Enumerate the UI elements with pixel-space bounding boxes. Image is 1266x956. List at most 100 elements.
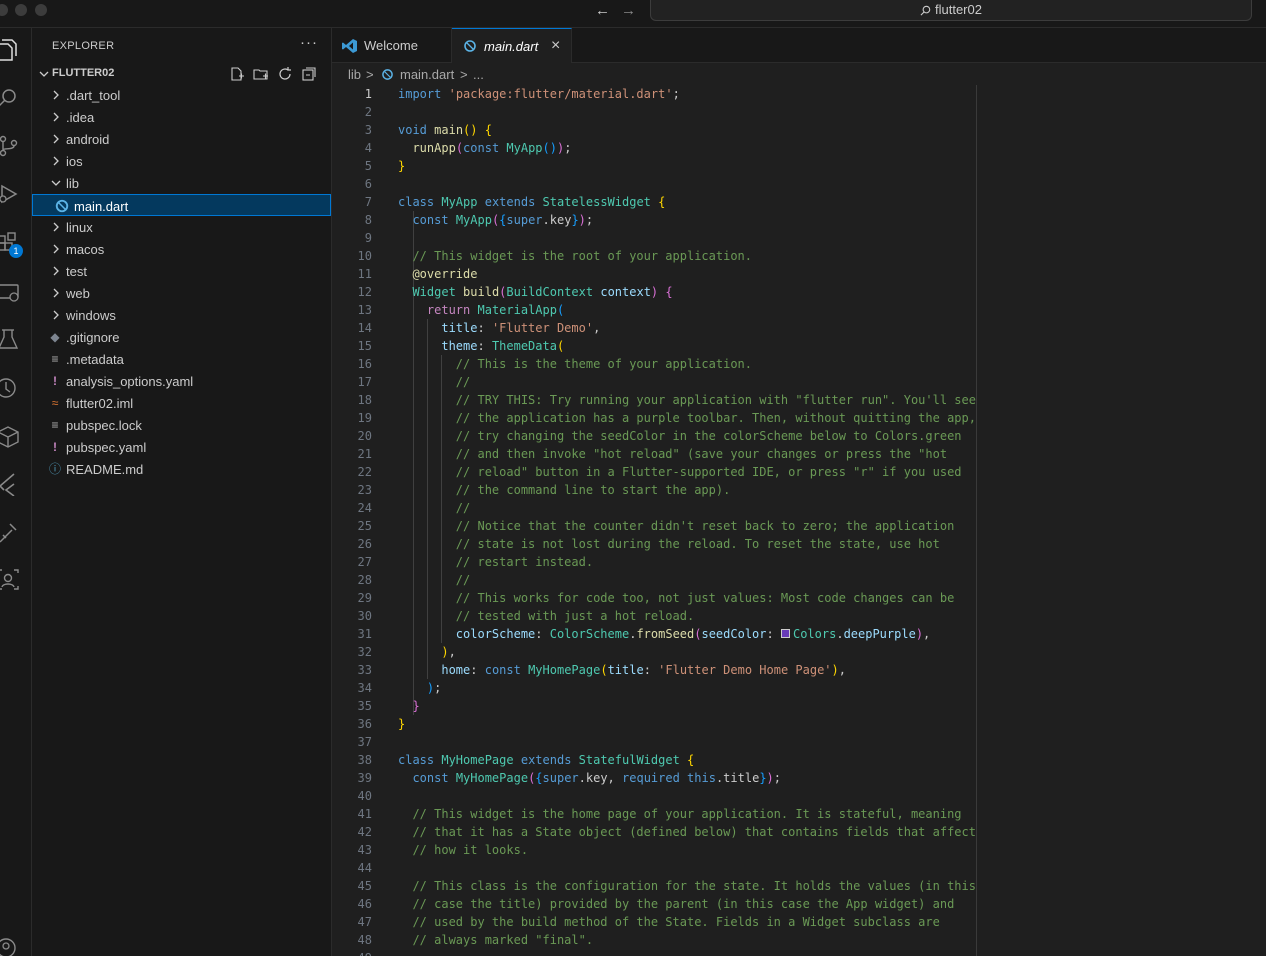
source-control-icon[interactable] bbox=[0, 134, 24, 158]
tree-item[interactable]: macos bbox=[32, 238, 331, 260]
tree-item-label: flutter02.iml bbox=[66, 396, 134, 411]
tree-item[interactable]: test bbox=[32, 260, 331, 282]
chevron-right-icon bbox=[53, 156, 59, 166]
explorer-title: EXPLORER bbox=[52, 40, 115, 52]
package-icon[interactable] bbox=[0, 424, 24, 448]
breadcrumb-folder[interactable]: lib bbox=[348, 67, 361, 82]
code-token: // the application has a purple toolbar.… bbox=[398, 411, 976, 425]
breadcrumb-separator: > bbox=[366, 67, 374, 82]
code-line: // This class is the configuration for t… bbox=[398, 877, 976, 895]
collapse-all-icon[interactable] bbox=[301, 66, 317, 82]
tree-item[interactable]: lib bbox=[32, 172, 331, 194]
breadcrumb-file[interactable]: main.dart bbox=[400, 67, 454, 82]
workspace-header[interactable]: FLUTTER02 bbox=[32, 64, 332, 84]
code-line: ), bbox=[398, 643, 455, 661]
maximize-window-button[interactable] bbox=[35, 4, 47, 16]
command-center-search[interactable]: flutter02 bbox=[650, 0, 1252, 21]
back-arrow-icon[interactable]: ← bbox=[595, 2, 610, 20]
code-token: // bbox=[398, 375, 471, 389]
code-token: : bbox=[766, 627, 781, 641]
code-line: import 'package:flutter/material.dart'; bbox=[398, 85, 680, 103]
breadcrumb-more[interactable]: ... bbox=[473, 67, 484, 82]
git-file-icon: ◆ bbox=[50, 330, 60, 344]
forward-arrow-icon[interactable]: → bbox=[621, 2, 636, 20]
code-editor[interactable]: 1 import 'package:flutter/material.dart';… bbox=[332, 85, 1266, 956]
code-token: MyApp bbox=[455, 213, 492, 227]
code-line: // try changing the seedColor in the col… bbox=[398, 427, 962, 445]
tree-item-label: macos bbox=[66, 242, 105, 257]
tab-main-dart[interactable]: main.dart × bbox=[452, 28, 572, 64]
code-token: // This widget is the root of your appli… bbox=[398, 249, 753, 263]
close-window-button[interactable] bbox=[0, 4, 8, 16]
code-token: ( bbox=[556, 339, 565, 353]
code-token: ColorScheme bbox=[549, 627, 630, 641]
line-number: 41 bbox=[357, 807, 372, 821]
tab-welcome[interactable]: Welcome bbox=[332, 28, 452, 63]
line-number: 15 bbox=[357, 339, 372, 353]
code-token: } bbox=[398, 159, 406, 173]
tree-item[interactable]: ≈ flutter02.iml bbox=[32, 392, 331, 414]
tree-item[interactable]: android bbox=[32, 128, 331, 150]
code-line: // bbox=[398, 373, 470, 391]
line-number: 8 bbox=[364, 213, 372, 227]
tree-item[interactable]: linux bbox=[32, 216, 331, 238]
remote-explorer-icon[interactable] bbox=[0, 280, 24, 304]
tree-item[interactable]: ≡ pubspec.lock bbox=[32, 414, 331, 436]
tree-item[interactable]: ◆ .gitignore bbox=[32, 326, 331, 348]
more-actions-icon[interactable]: ··· bbox=[300, 34, 318, 51]
new-file-icon[interactable] bbox=[229, 66, 245, 82]
code-token: // case the title) provided by the paren… bbox=[398, 897, 955, 911]
color-swatch[interactable] bbox=[780, 629, 790, 638]
code-token: } bbox=[398, 717, 406, 731]
accounts-scan-icon[interactable] bbox=[0, 568, 24, 592]
code-token: MyHomePage bbox=[455, 771, 529, 785]
tree-item[interactable]: ⓘ README.md bbox=[32, 458, 331, 480]
code-token: ) bbox=[578, 213, 586, 227]
tree-item[interactable]: main.dart bbox=[32, 194, 331, 216]
tree-item[interactable]: ! analysis_options.yaml bbox=[32, 370, 331, 392]
tree-item-label: README.md bbox=[66, 462, 144, 477]
tools-icon[interactable] bbox=[0, 520, 24, 544]
close-tab-icon[interactable]: × bbox=[551, 37, 560, 55]
chevron-right-icon bbox=[53, 222, 59, 232]
tree-item[interactable]: .dart_tool bbox=[32, 84, 331, 106]
testing-icon[interactable] bbox=[0, 328, 24, 352]
code-token: ) bbox=[831, 663, 839, 677]
timeline-icon[interactable] bbox=[0, 376, 24, 400]
code-token: // always marked "final". bbox=[398, 933, 594, 947]
line-number: 17 bbox=[357, 375, 372, 389]
code-line: } bbox=[398, 697, 419, 715]
refresh-icon[interactable] bbox=[277, 66, 293, 82]
code-token: : bbox=[470, 663, 485, 677]
account-icon[interactable] bbox=[0, 936, 24, 956]
code-token: class bbox=[398, 753, 435, 767]
code-token: // the command line to start the app). bbox=[398, 483, 731, 497]
line-number: 22 bbox=[357, 465, 372, 479]
flutter-icon[interactable] bbox=[0, 472, 24, 496]
code-token: Colors bbox=[792, 627, 837, 641]
code-token: void bbox=[398, 123, 427, 137]
code-token: fromSeed bbox=[636, 627, 695, 641]
code-token: : bbox=[643, 663, 659, 677]
tree-item-label: .metadata bbox=[66, 352, 124, 367]
tree-item[interactable]: ios bbox=[32, 150, 331, 172]
code-token: const bbox=[412, 213, 449, 227]
tree-item[interactable]: .idea bbox=[32, 106, 331, 128]
minimize-window-button[interactable] bbox=[15, 4, 27, 16]
breadcrumb: lib > main.dart > ... bbox=[332, 63, 1266, 85]
line-number: 30 bbox=[357, 609, 372, 623]
tree-item[interactable]: windows bbox=[32, 304, 331, 326]
code-line: // the command line to start the app). bbox=[398, 481, 731, 499]
new-folder-icon[interactable] bbox=[253, 66, 269, 82]
explorer-icon[interactable] bbox=[0, 38, 24, 62]
tree-item[interactable]: web bbox=[32, 282, 331, 304]
run-debug-icon[interactable] bbox=[0, 182, 24, 206]
code-token: : bbox=[477, 339, 492, 353]
tree-item[interactable]: ! pubspec.yaml bbox=[32, 436, 331, 458]
code-token: ( bbox=[600, 663, 608, 677]
tree-item[interactable]: ≡ .metadata bbox=[32, 348, 331, 370]
code-token: BuildContext bbox=[506, 285, 594, 299]
search-icon[interactable] bbox=[0, 86, 24, 110]
